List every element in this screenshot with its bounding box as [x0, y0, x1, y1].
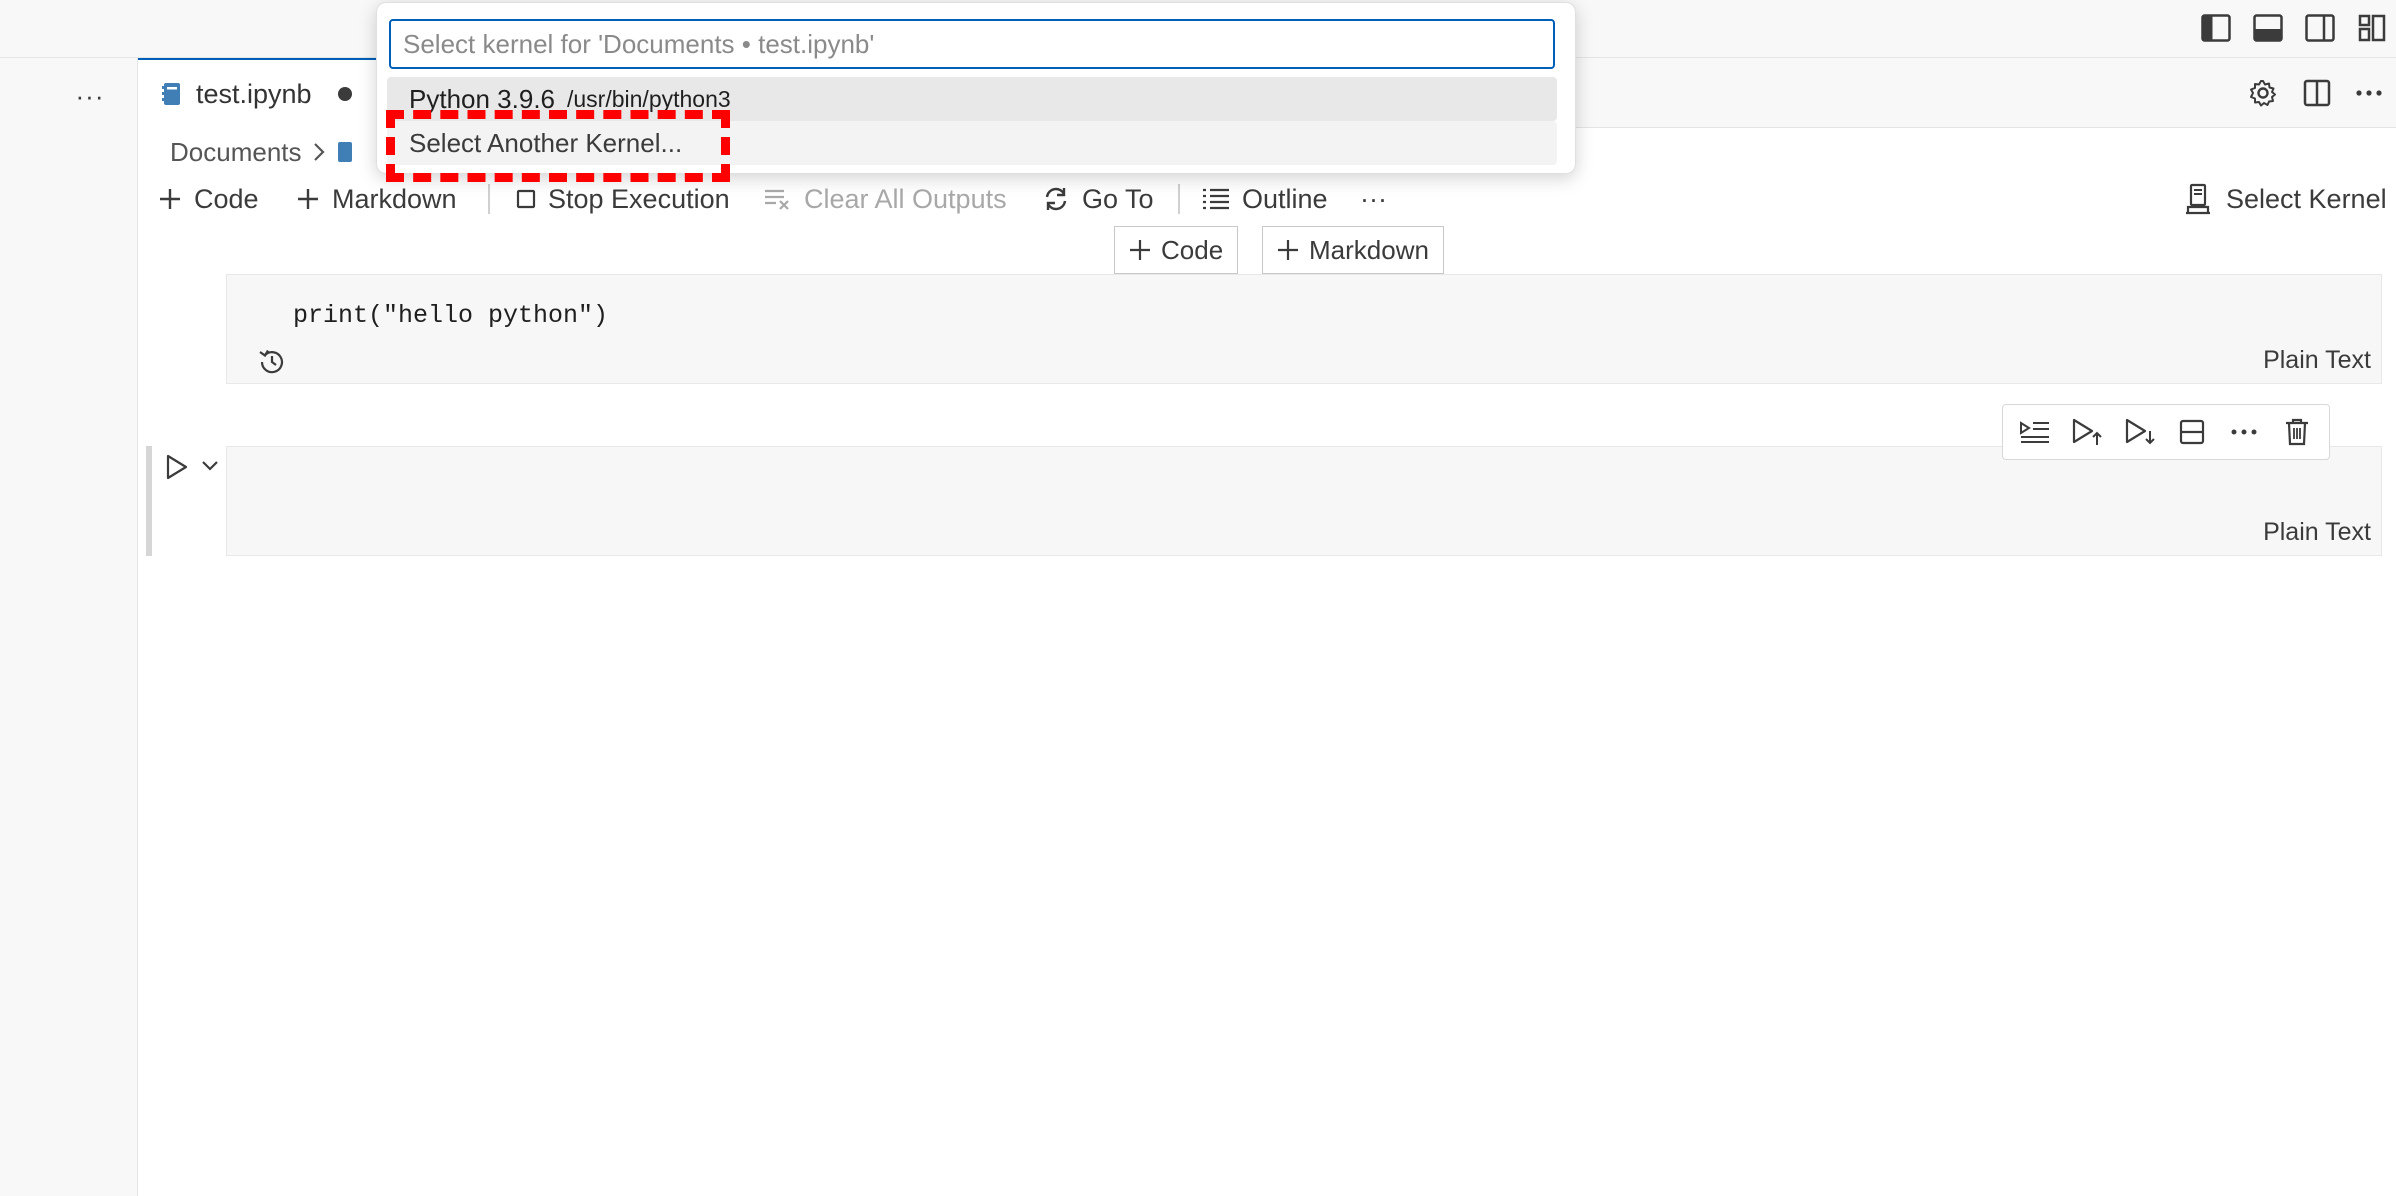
split-editor-icon[interactable] — [2296, 72, 2338, 114]
plus-icon — [1277, 239, 1299, 261]
add-markdown-cell-button[interactable]: Markdown — [296, 178, 457, 220]
gear-icon[interactable] — [2242, 72, 2284, 114]
toggle-secondary-sidebar-icon[interactable] — [2298, 6, 2342, 50]
execution-history-icon[interactable] — [257, 347, 289, 379]
plus-icon — [296, 187, 320, 211]
breadcrumb-notebook-icon[interactable] — [336, 141, 354, 163]
toolbar-separator — [1178, 184, 1180, 214]
more-actions-icon[interactable]: ··· — [70, 76, 110, 116]
unsaved-dot-icon[interactable] — [337, 87, 352, 101]
kernel-option-python[interactable]: Python 3.9.6 /usr/bin/python3 — [387, 77, 1557, 121]
clear-all-outputs-label: Clear All Outputs — [804, 183, 1007, 214]
cell-language-indicator[interactable]: Plain Text — [2263, 518, 2371, 547]
editor-more-actions-icon[interactable] — [2348, 72, 2390, 114]
chevron-down-icon[interactable] — [198, 454, 222, 478]
trash-icon[interactable] — [2275, 410, 2319, 454]
execute-below-icon[interactable] — [2118, 410, 2162, 454]
list-icon — [1202, 187, 1230, 211]
notebook-toolbar: Code Markdown Stop Execution Clear All O… — [156, 178, 2396, 220]
select-kernel-button[interactable]: Select Kernel — [2184, 178, 2387, 220]
sidebar-strip — [0, 58, 138, 1196]
stop-execution-label: Stop Execution — [548, 183, 730, 214]
add-markdown-label: Markdown — [332, 183, 457, 214]
go-to-label: Go To — [1082, 183, 1154, 214]
cell-language-indicator[interactable]: Plain Text — [2263, 346, 2371, 375]
cell-focus-indicator — [146, 446, 152, 556]
clear-all-icon — [764, 188, 792, 210]
go-to-button[interactable]: Go To — [1042, 178, 1154, 220]
notebook-file-icon — [162, 82, 182, 106]
outline-label: Outline — [1242, 183, 1328, 214]
cell-toolbar — [2002, 404, 2330, 460]
toggle-primary-sidebar-icon[interactable] — [2194, 6, 2238, 50]
refresh-icon — [1042, 185, 1070, 213]
breadcrumb: Documents — [170, 134, 354, 170]
more-actions-label: ··· — [75, 80, 105, 111]
clear-all-outputs-button[interactable]: Clear All Outputs — [764, 178, 1007, 220]
add-code-cell-button[interactable]: Code — [158, 178, 259, 220]
insert-markdown-label: Markdown — [1309, 234, 1429, 265]
select-kernel-label: Select Kernel — [2226, 183, 2387, 214]
stop-execution-button[interactable]: Stop Execution — [516, 178, 730, 220]
code-cell-2[interactable]: Plain Text — [226, 446, 2382, 556]
insert-code-label: Code — [1161, 234, 1224, 265]
plus-icon — [1129, 239, 1151, 261]
stop-icon — [516, 189, 536, 209]
insert-code-cell-button[interactable]: Code — [1114, 226, 1239, 274]
run-cell-icon[interactable] — [160, 450, 194, 484]
toggle-panel-icon[interactable] — [2246, 6, 2290, 50]
kernel-search-input[interactable] — [389, 19, 1555, 69]
execute-above-icon[interactable] — [2065, 410, 2109, 454]
toolbar-separator — [488, 184, 490, 214]
add-code-label: Code — [194, 183, 259, 214]
select-another-kernel-option[interactable]: Select Another Kernel... — [387, 121, 1557, 165]
cell-more-actions-icon[interactable] — [2222, 410, 2266, 454]
execute-above-cells-icon[interactable] — [2013, 410, 2057, 454]
customize-layout-icon[interactable] — [2350, 6, 2394, 50]
chevron-right-icon — [312, 142, 326, 162]
toolbar-more-label: ··· — [1360, 183, 1387, 214]
code-cell-1[interactable]: print("hello python") Plain Text — [226, 274, 2382, 384]
select-another-kernel-label: Select Another Kernel... — [409, 127, 683, 158]
outline-button[interactable]: Outline — [1202, 178, 1328, 220]
tab-label: test.ipynb — [196, 78, 312, 109]
kernel-server-icon — [2184, 183, 2212, 215]
toolbar-more-button[interactable]: ··· — [1360, 178, 1387, 220]
tab-test-ipynb[interactable]: test.ipynb — [138, 58, 378, 128]
breadcrumb-documents[interactable]: Documents — [170, 137, 302, 168]
plus-icon — [158, 187, 182, 211]
split-cell-icon[interactable] — [2170, 410, 2214, 454]
insert-markdown-cell-button[interactable]: Markdown — [1262, 226, 1444, 274]
kernel-option-label: Python 3.9.6 — [409, 83, 555, 114]
kernel-quick-pick: Python 3.9.6 /usr/bin/python3 Select Ano… — [376, 2, 1576, 174]
cell-code-text[interactable]: print("hello python") — [293, 301, 608, 330]
kernel-option-path: /usr/bin/python3 — [567, 85, 731, 112]
